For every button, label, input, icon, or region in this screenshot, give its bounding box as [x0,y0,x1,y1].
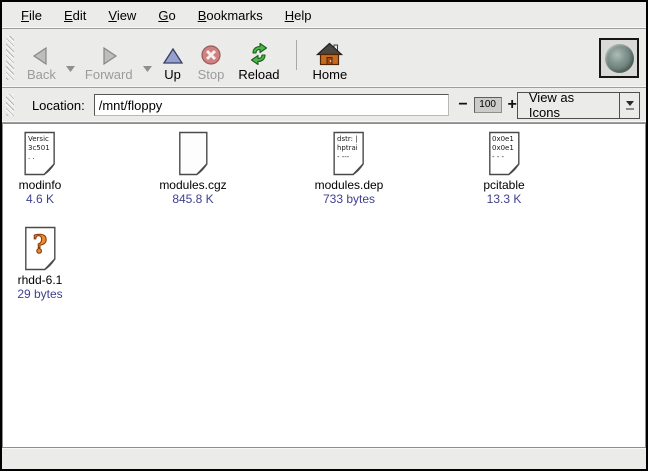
location-bar: Location: − 100 + View as Icons [2,88,646,123]
forward-icon [98,39,120,66]
toolbar-drag-handle[interactable] [6,36,14,80]
file-size: 733 bytes [315,192,384,207]
location-label: Location: [32,98,85,113]
menu-go[interactable]: Go [147,4,186,27]
reload-button[interactable]: Reload [231,32,286,84]
stop-button[interactable]: Stop [191,32,232,84]
question-mark-icon: ? [23,230,57,259]
locationbar-drag-handle[interactable] [6,94,14,116]
home-icon [316,39,343,66]
back-icon [30,39,52,66]
menu-edit[interactable]: Edit [53,4,97,27]
blank-file-icon [177,131,209,176]
location-input[interactable] [94,94,450,116]
toolbar-separator [296,40,297,70]
menu-bookmarks[interactable]: Bookmarks [187,4,274,27]
chevron-down-icon [65,65,76,73]
forward-button[interactable]: Forward [78,32,140,84]
menu-help[interactable]: Help [274,4,323,27]
zoom-out-button[interactable]: − [458,97,467,113]
file-item-rhdd[interactable]: ? rhdd-6.1 29 bytes [17,226,62,302]
forward-history-dropdown[interactable] [142,60,153,78]
chevron-down-icon [142,65,153,73]
menu-file[interactable]: File [10,4,53,27]
up-button[interactable]: Up [155,32,191,84]
file-item-modules-cgz[interactable]: modules.cgz 845.8 K [159,131,226,207]
throbber [599,38,639,78]
reload-icon [246,39,272,66]
file-size: 845.8 K [159,192,226,207]
file-item-pcitable[interactable]: 0x0e1 0x0e1 - - - pcitable 13.3 K [483,131,524,207]
file-name: modules.dep [315,178,384,192]
up-icon [162,39,184,66]
status-bar [2,448,646,469]
file-name: pcitable [483,178,524,192]
text-file-icon: Versic 3c501 . . [23,131,57,176]
file-name: modinfo [19,178,62,192]
file-manager-window: File Edit View Go Bookmarks Help Back Fo… [0,0,648,471]
file-item-modules-dep[interactable]: dstr: | hptrai - --- modules.dep 733 byt… [315,131,384,207]
view-mode-label: View as Icons [518,93,619,118]
file-size: 29 bytes [17,287,62,302]
file-view[interactable]: Versic 3c501 . . modinfo 4.6 K modules.c… [2,123,646,448]
back-history-dropdown[interactable] [65,60,76,78]
menu-view[interactable]: View [97,4,147,27]
file-size: 13.3 K [483,192,524,207]
unknown-file-icon: ? [23,226,57,271]
toolbar: Back Forward Up [2,29,646,88]
dropdown-arrow-icon[interactable] [619,93,639,118]
file-item-modinfo[interactable]: Versic 3c501 . . modinfo 4.6 K [19,131,62,207]
text-file-icon: 0x0e1 0x0e1 - - - [487,131,521,176]
menubar: File Edit View Go Bookmarks Help [2,2,646,29]
file-name: rhdd-6.1 [17,273,62,287]
view-mode-dropdown[interactable]: View as Icons [517,92,640,119]
stop-icon [200,39,222,66]
file-name: modules.cgz [159,178,226,192]
back-button[interactable]: Back [20,32,63,84]
throbber-orb-icon [605,44,634,73]
file-size: 4.6 K [19,192,62,207]
zoom-in-button[interactable]: + [508,97,517,113]
text-file-icon: dstr: | hptrai - --- [332,131,366,176]
home-button[interactable]: Home [306,32,355,84]
zoom-level: 100 [474,97,502,113]
